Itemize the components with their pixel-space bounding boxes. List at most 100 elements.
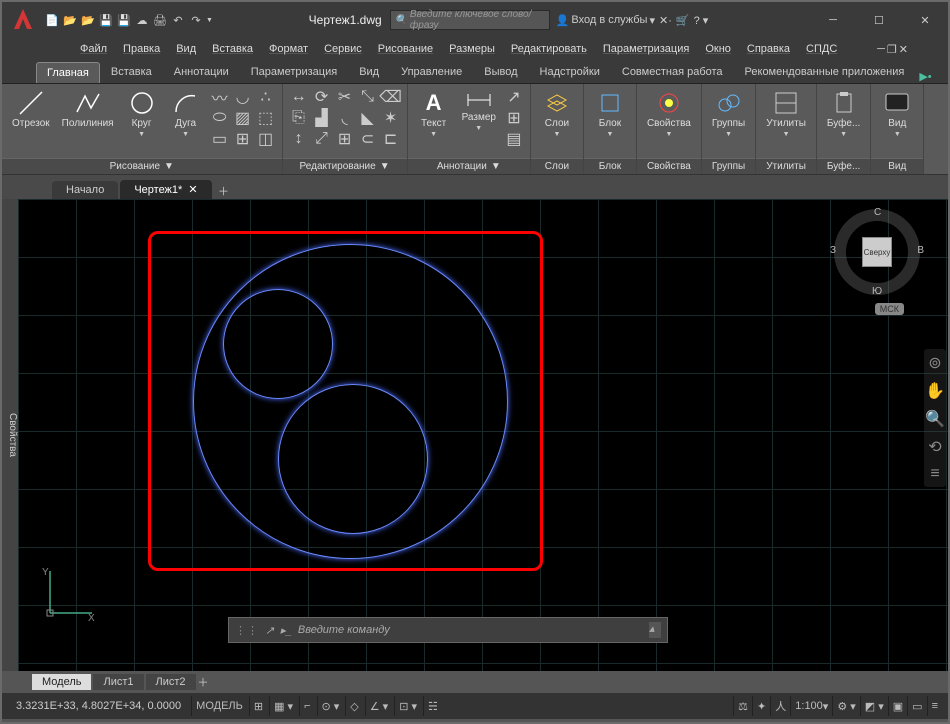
grid-toggle-icon[interactable]: ⊞	[249, 696, 267, 716]
cmdline-scroll[interactable]: ▴	[649, 622, 661, 638]
clipboard-button[interactable]: Буфе...▼	[823, 88, 864, 140]
tool9-icon[interactable]: ◫	[256, 130, 276, 148]
open-icon[interactable]: 📂	[62, 12, 78, 28]
cmdline-recent-icon[interactable]: ↗	[265, 624, 274, 637]
move-icon[interactable]: ↔	[289, 88, 309, 106]
explode-icon[interactable]: ✶	[381, 109, 401, 127]
block-button[interactable]: Блок▼	[590, 88, 630, 140]
ucs-label[interactable]: МСК	[875, 303, 904, 315]
properties-palette-tab[interactable]: Свойства	[2, 199, 18, 671]
line-button[interactable]: Отрезок	[8, 88, 54, 131]
new-icon[interactable]: 📄	[44, 12, 60, 28]
menu-dims[interactable]: Размеры	[441, 41, 503, 57]
circle-button[interactable]: Круг▼	[122, 88, 162, 140]
rect-icon[interactable]: ▭	[210, 130, 230, 148]
status-model[interactable]: МОДЕЛЬ	[191, 696, 247, 716]
ribbon-play-icon[interactable]: ▶•	[919, 70, 931, 83]
fillet-icon[interactable]: ◟	[335, 109, 355, 127]
login-button[interactable]: 👤 Вход в службы ▾	[556, 14, 655, 27]
annoauto-icon[interactable]: 人	[770, 696, 790, 716]
copy-icon[interactable]: ⎘	[289, 109, 309, 127]
app-logo[interactable]	[6, 5, 40, 35]
new-tab-button[interactable]: ＋	[214, 183, 234, 199]
utils-button[interactable]: Утилиты▼	[762, 88, 810, 140]
cloud-icon[interactable]: ☁	[134, 12, 150, 28]
tool8-icon[interactable]: ⊞	[233, 130, 253, 148]
view-button[interactable]: Вид▼	[877, 88, 917, 140]
iso-icon[interactable]: ▣	[888, 696, 907, 716]
command-line[interactable]: ⋮⋮ ↗ ▸_ Введите команду ▴	[228, 617, 668, 643]
ortho-icon[interactable]: ⌐	[299, 696, 314, 716]
tool2-icon[interactable]: ◡	[233, 88, 253, 106]
plot-icon[interactable]: 🖨	[152, 12, 168, 28]
menu-insert[interactable]: Вставка	[204, 41, 261, 57]
break-icon[interactable]: ⊏	[381, 130, 401, 148]
undo-icon[interactable]: ↶	[170, 12, 186, 28]
viewcube-east[interactable]: В	[917, 245, 924, 256]
qat-dropdown[interactable]: ▼	[206, 17, 213, 24]
nav-pan-icon[interactable]: ✋	[925, 381, 945, 401]
chamfer-icon[interactable]: ◣	[358, 109, 378, 127]
groups-button[interactable]: Группы▼	[708, 88, 749, 140]
ribbon-tab-addins[interactable]: Надстройки	[529, 61, 611, 83]
menu-service[interactable]: Сервис	[316, 41, 370, 57]
mtext-icon[interactable]: ▤	[504, 130, 524, 148]
coordinates-readout[interactable]: 3.3231E+33, 4.8027E+34, 0.0000	[8, 700, 189, 712]
menu-format[interactable]: Формат	[261, 41, 316, 57]
erase-icon[interactable]: ⌫	[381, 88, 401, 106]
trim-icon[interactable]: ✂	[335, 88, 355, 106]
circle-medium-lower[interactable]	[278, 384, 428, 534]
ribbon-tab-featured[interactable]: Рекомендованные приложения	[734, 61, 916, 83]
viewcube-south[interactable]: Ю	[872, 286, 882, 297]
table-icon[interactable]: ⊞	[504, 109, 524, 127]
help-icon[interactable]: ? ▾	[694, 14, 709, 27]
custom-icon[interactable]: ≡	[927, 696, 942, 716]
exchange-icon[interactable]: ✕·	[659, 14, 672, 27]
snap-toggle-icon[interactable]: ▦ ▾	[269, 696, 297, 716]
nav-zoom-icon[interactable]: 🔍	[925, 409, 945, 429]
minimize-button[interactable]: ─	[810, 5, 856, 35]
text-button[interactable]: AТекст▼	[414, 88, 454, 140]
close-button[interactable]: ✕	[902, 5, 948, 35]
menu-spds[interactable]: СПДС	[798, 41, 845, 57]
ellipse-icon[interactable]: ⬭	[210, 109, 230, 127]
clean-icon[interactable]: ▭	[907, 696, 926, 716]
tab-drawing[interactable]: Чертеж1*✕	[120, 180, 211, 199]
viewcube-north[interactable]: С	[874, 207, 881, 218]
ws-icon[interactable]: ◩ ▾	[860, 696, 888, 716]
menu-modify[interactable]: Редактировать	[503, 41, 595, 57]
mirror-icon[interactable]: ▟	[312, 109, 332, 127]
otrack-icon[interactable]: ∠ ▾	[365, 696, 392, 716]
mdi-restore[interactable]: ❐	[887, 43, 897, 56]
layout-add-button[interactable]: ＋	[198, 674, 209, 690]
menu-edit[interactable]: Правка	[115, 41, 168, 57]
nav-show-icon[interactable]: ≡	[930, 465, 939, 483]
layout-sheet2[interactable]: Лист2	[146, 674, 196, 690]
maximize-button[interactable]: ☐	[856, 5, 902, 35]
annoscale-icon[interactable]: ⚖	[733, 696, 752, 716]
cart-icon[interactable]: 🛒	[676, 14, 690, 27]
ribbon-tab-insert[interactable]: Вставка	[100, 61, 163, 83]
mdi-close[interactable]: ✕	[899, 43, 908, 56]
ribbon-tab-output[interactable]: Вывод	[473, 61, 528, 83]
panel-draw-title[interactable]: Рисование ▼	[2, 158, 282, 174]
tpy-icon[interactable]: ☵	[423, 696, 442, 716]
layers-button[interactable]: Слои▼	[537, 88, 577, 140]
save-icon[interactable]: 💾	[98, 12, 114, 28]
circle-small-upper[interactable]	[223, 289, 333, 399]
panel-annot-title[interactable]: Аннотации ▼	[408, 158, 530, 174]
array-icon[interactable]: ⊞	[335, 130, 355, 148]
ribbon-tab-collab[interactable]: Совместная работа	[611, 61, 734, 83]
menu-window[interactable]: Окно	[697, 41, 739, 57]
search-input[interactable]: 🔍 Введите ключевое слово/фразу	[390, 10, 550, 30]
tool3-icon[interactable]: ∴	[256, 88, 276, 106]
saveas-icon[interactable]: 💾	[116, 12, 132, 28]
props-button[interactable]: Свойства▼	[643, 88, 695, 140]
osnap-icon[interactable]: ◇	[345, 696, 362, 716]
ribbon-tab-home[interactable]: Главная	[36, 62, 100, 83]
nav-orbit-icon[interactable]: ⟲	[928, 437, 941, 457]
hatch-icon[interactable]: ▨	[233, 109, 253, 127]
polyline-button[interactable]: Полилиния	[58, 88, 118, 131]
menu-view[interactable]: Вид	[168, 41, 204, 57]
viewcube[interactable]: Сверху С Ю З В	[834, 209, 920, 295]
